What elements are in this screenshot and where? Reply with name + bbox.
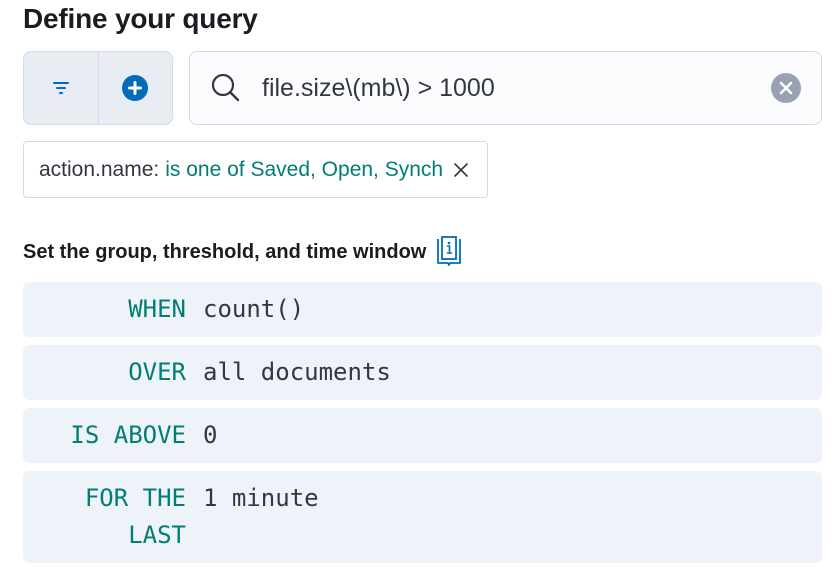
filter-pill-key: action.name: [39,157,160,181]
query-search-input[interactable] [262,68,771,108]
documentation-icon[interactable] [436,236,462,268]
search-icon [210,71,244,105]
expression-keyword: FOR THE [84,484,186,512]
expression-value: 0 [203,421,218,449]
expression-keyword: WHEN [128,295,186,323]
section-heading-text: Set the group, threshold, and time windo… [23,240,427,263]
expression-keyword: IS ABOVE [70,421,186,449]
add-filter-button[interactable] [97,52,173,124]
expression-value: count() [203,295,305,323]
page-title: Define your query [23,3,258,34]
plus-circle-icon [122,75,149,101]
expression-over[interactable]: OVER all documents [23,345,822,400]
expression-keyword: LAST [128,521,186,549]
expression-when[interactable]: WHEN count() [23,282,822,337]
query-button-group [23,51,173,125]
expression-value: all documents [203,358,391,386]
expression-time-window[interactable]: FOR THE LAST 1 minute [23,471,822,563]
filter-icon [52,82,69,94]
clear-icon[interactable] [771,73,801,103]
expression-threshold[interactable]: IS ABOVE 0 [23,408,822,463]
filter-pill[interactable]: action.name: is one of Saved, Open, Sync… [23,141,489,198]
close-icon[interactable] [453,161,471,179]
section-heading: Set the group, threshold, and time windo… [23,236,462,268]
query-search-bar [189,51,822,125]
filter-options-button[interactable] [24,52,98,124]
expression-keyword: OVER [128,358,186,386]
expression-value: 1 minute [203,484,319,512]
filter-pill-value: is one of Saved, Open, Synch [165,157,444,181]
